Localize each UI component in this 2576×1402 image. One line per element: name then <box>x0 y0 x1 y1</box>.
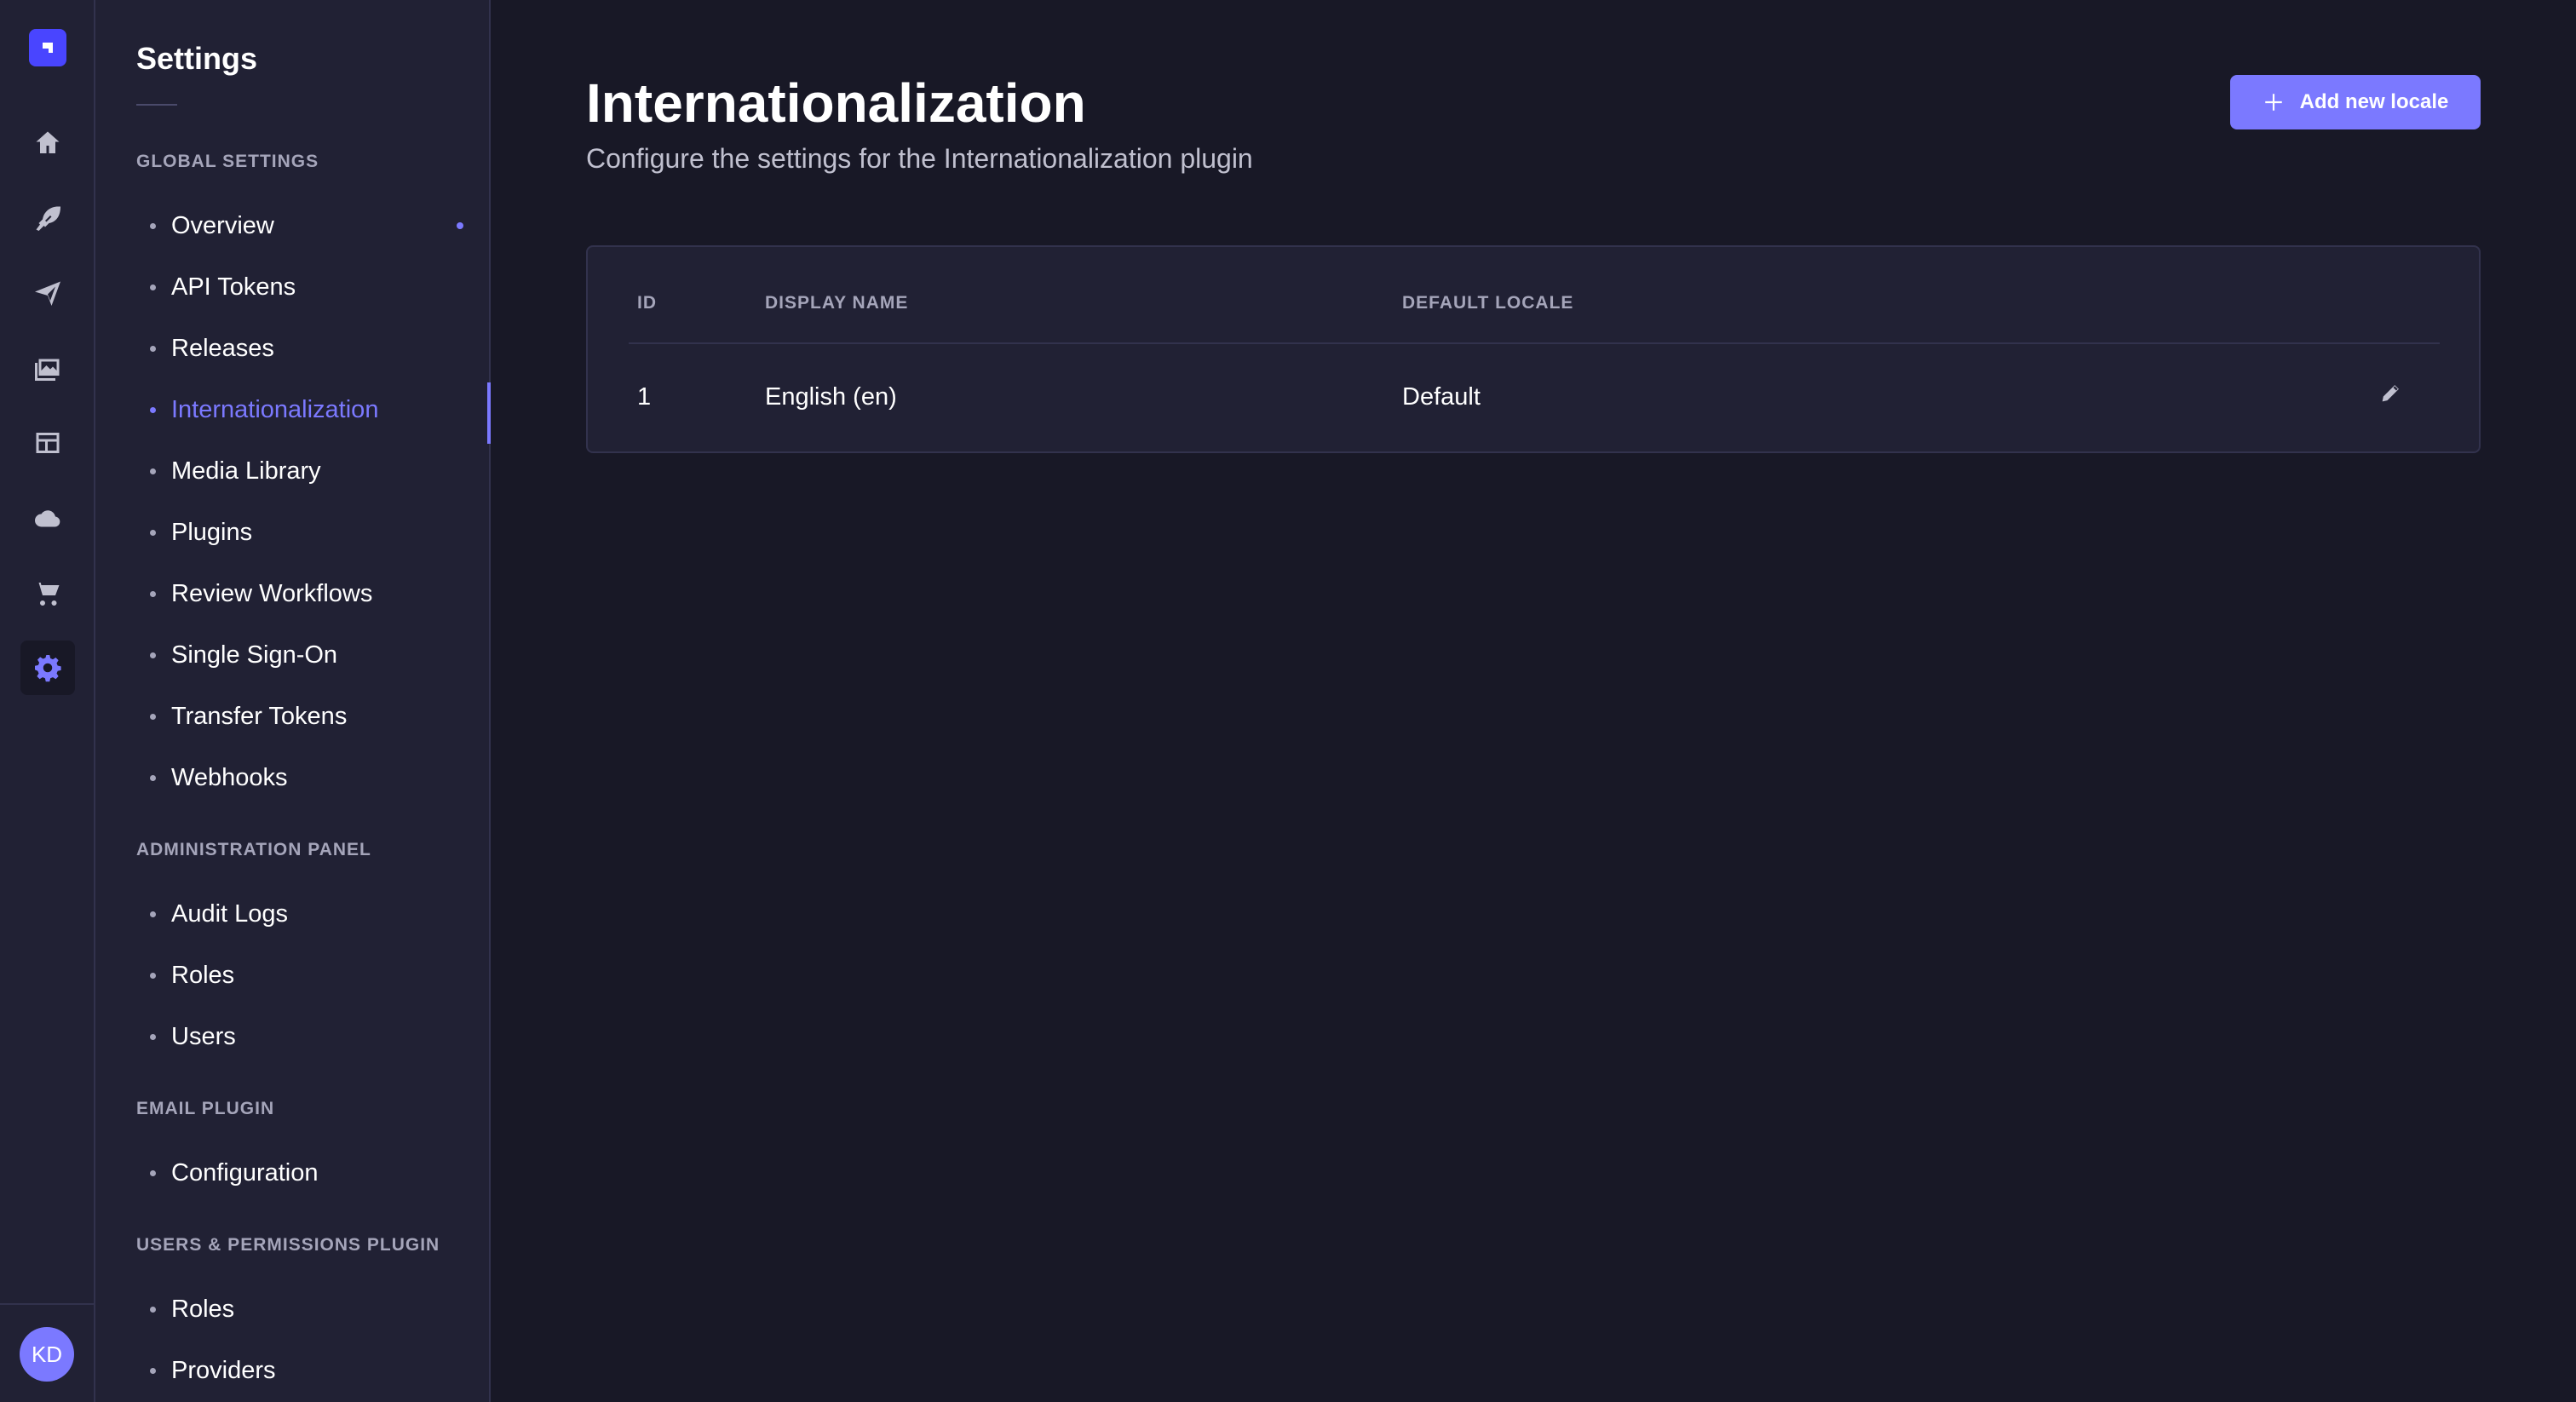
nav-item-label: Internationalization <box>171 395 379 423</box>
content-type-builder-icon[interactable] <box>20 416 75 470</box>
bullet <box>150 1306 156 1313</box>
nav-item-media-library[interactable]: Media Library <box>136 444 489 498</box>
new-indicator-dot <box>457 222 463 229</box>
add-new-locale-label: Add new locale <box>2299 90 2449 113</box>
nav-item-label: Single Sign-On <box>171 641 338 669</box>
nav-item-internationalization[interactable]: Internationalization <box>136 382 491 444</box>
section-users-permissions-plugin: Users & Permissions Plugin <box>136 1235 440 1255</box>
bullet <box>150 345 156 352</box>
nav-item-audit-logs[interactable]: Audit Logs <box>136 887 489 941</box>
nav-item-releases[interactable]: Releases <box>136 321 489 376</box>
cell-default-locale: Default <box>1402 383 1481 411</box>
strapi-logo-icon[interactable] <box>29 29 66 66</box>
nav-item-users[interactable]: Users <box>136 1009 489 1064</box>
nav-item-plugins[interactable]: Plugins <box>136 505 489 560</box>
page-title: Internationalization <box>586 72 1086 134</box>
column-header-default-locale: Default locale <box>1402 293 1574 313</box>
bullet <box>150 972 156 979</box>
section-global-settings: Global Settings <box>136 152 319 171</box>
nav-item-label: Providers <box>171 1356 276 1384</box>
home-icon[interactable] <box>20 116 75 170</box>
nav-item-label: Roles <box>171 961 235 989</box>
section-email-plugin: Email Plugin <box>136 1099 275 1118</box>
nav-item-single-sign-on[interactable]: Single Sign-On <box>136 628 489 682</box>
settings-subnav: Settings Global Settings Overview API To… <box>95 0 491 1402</box>
nav-item-label: Configuration <box>171 1158 319 1187</box>
bullet <box>150 1033 156 1040</box>
bullet <box>150 911 156 917</box>
nav-item-label: Transfer Tokens <box>171 702 348 730</box>
nav-item-label: API Tokens <box>171 273 296 301</box>
bullet <box>150 222 156 229</box>
bullet <box>150 1367 156 1374</box>
bullet <box>150 529 156 536</box>
pencil-icon <box>2382 385 2399 402</box>
plus-icon <box>2264 94 2282 111</box>
nav-item-review-workflows[interactable]: Review Workflows <box>136 566 489 621</box>
rail-divider <box>0 1303 95 1305</box>
nav-item-label: Overview <box>171 211 274 239</box>
add-new-locale-button[interactable]: Add new locale <box>2230 75 2481 129</box>
bullet <box>150 468 156 474</box>
subnav-divider <box>136 104 177 106</box>
nav-item-overview[interactable]: Overview <box>136 198 489 253</box>
nav-item-label: Review Workflows <box>171 579 373 607</box>
nav-item-providers[interactable]: Providers <box>136 1343 489 1398</box>
subnav-title: Settings <box>136 41 258 76</box>
nav-item-label: Webhooks <box>171 763 288 791</box>
table-header-divider <box>629 342 2440 344</box>
cell-id: 1 <box>637 383 652 411</box>
nav-item-label: Users <box>171 1022 236 1050</box>
column-header-display-name: Display name <box>765 293 909 313</box>
content-manager-icon[interactable] <box>20 191 75 245</box>
nav-item-admin-roles[interactable]: Roles <box>136 948 489 1003</box>
nav-item-label: Plugins <box>171 518 253 546</box>
nav-item-api-tokens[interactable]: API Tokens <box>136 260 489 314</box>
nav-item-label: Roles <box>171 1295 235 1323</box>
edit-locale-button[interactable] <box>2370 373 2411 414</box>
nav-item-configuration[interactable]: Configuration <box>136 1146 489 1200</box>
nav-item-transfer-tokens[interactable]: Transfer Tokens <box>136 689 489 744</box>
settings-icon[interactable] <box>20 641 75 695</box>
main-nav-rail: KD <box>0 0 95 1402</box>
nav-item-up-roles[interactable]: Roles <box>136 1282 489 1336</box>
nav-item-label: Releases <box>171 334 274 362</box>
app-root: KD Settings Global Settings Overview API… <box>0 0 2576 1402</box>
user-avatar[interactable]: KD <box>20 1327 74 1382</box>
bullet <box>150 774 156 781</box>
bullet <box>150 652 156 658</box>
bullet <box>150 590 156 597</box>
cloud-icon[interactable] <box>20 491 75 545</box>
cell-display-name: English (en) <box>765 383 897 411</box>
active-indicator <box>487 382 491 444</box>
nav-item-label: Media Library <box>171 457 321 485</box>
releases-icon[interactable] <box>20 266 75 320</box>
marketplace-icon[interactable] <box>20 566 75 620</box>
bullet <box>150 284 156 290</box>
nav-item-webhooks[interactable]: Webhooks <box>136 750 489 805</box>
media-library-icon[interactable] <box>20 341 75 395</box>
section-administration-panel: Administration Panel <box>136 840 371 859</box>
nav-item-label: Audit Logs <box>171 899 289 928</box>
bullet <box>150 406 156 413</box>
column-header-id: ID <box>637 293 657 313</box>
bullet <box>150 713 156 720</box>
page-subtitle: Configure the settings for the Internati… <box>586 143 1253 174</box>
locales-table: ID Display name Default locale 1 English… <box>586 245 2481 453</box>
bullet <box>150 1169 156 1176</box>
